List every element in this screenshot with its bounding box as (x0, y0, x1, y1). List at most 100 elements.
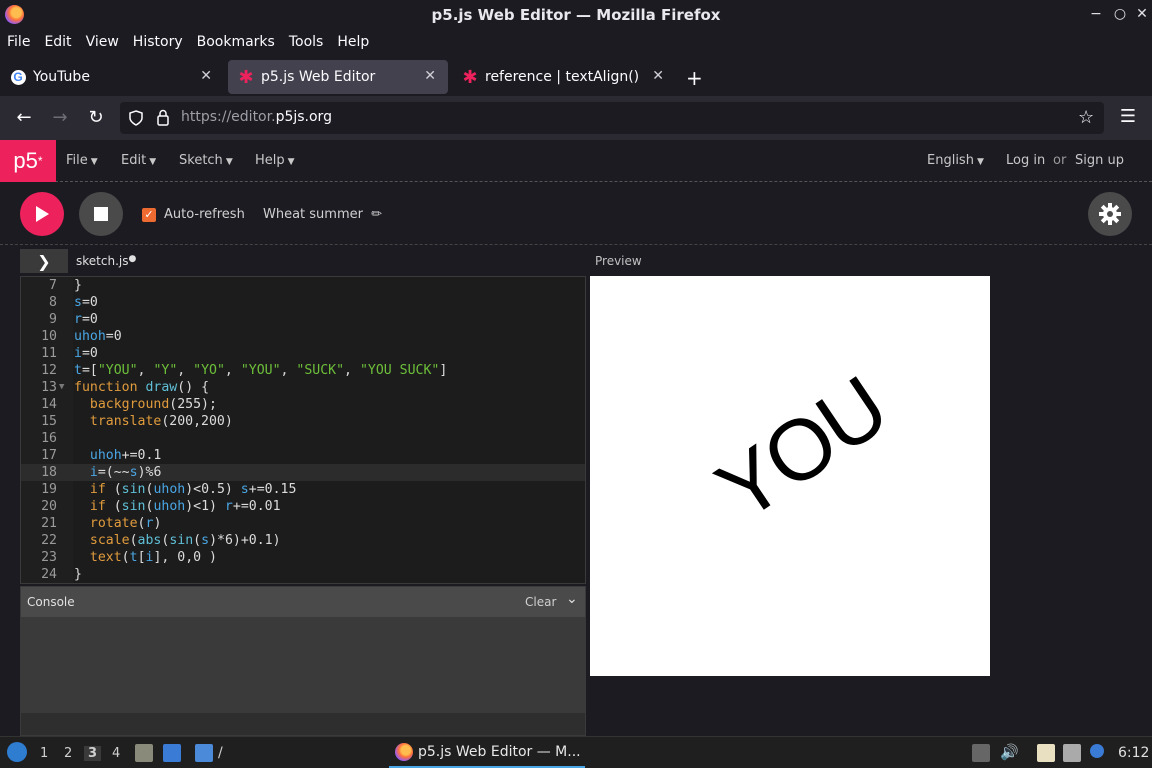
code-line[interactable]: 7} (21, 277, 585, 294)
url-bar[interactable]: https://editor.p5js.org ☆ (120, 102, 1104, 134)
code-line[interactable]: 10 uhoh=0 (21, 328, 585, 345)
workspace-2[interactable]: 2 (64, 746, 72, 761)
workspace-3[interactable]: 3 (84, 746, 102, 761)
chevron-down-icon[interactable]: ⌄ (566, 591, 578, 607)
shield-icon[interactable] (128, 110, 144, 126)
code-editor[interactable]: 7} 8 s=0 9 r=0 10 uhoh=0 11 i=0 12 t=["YOU", "Y", … (20, 276, 586, 584)
code-text: uhoh=0 (74, 329, 122, 344)
code-line[interactable]: 11 i=0 (21, 345, 585, 362)
code-line[interactable]: 19 if (sin(uhoh)<0.5) s+=0.15 (21, 481, 585, 498)
code-text: i=(~~s)%6 (89, 465, 162, 480)
stop-button[interactable] (79, 192, 123, 236)
auto-refresh-checkbox[interactable]: ✓ Auto-refresh (142, 207, 245, 222)
code-line[interactable]: 17 uhoh+=0.1 (21, 447, 585, 464)
play-icon (36, 206, 49, 222)
maximize-icon[interactable]: ○ (1112, 6, 1128, 22)
menu-help[interactable]: Help (337, 34, 369, 50)
clipboard-icon[interactable] (1037, 744, 1055, 762)
code-line[interactable]: 13 ▼ function draw() { (21, 379, 585, 396)
file-manager-icon[interactable] (135, 744, 153, 762)
line-number: 17 (41, 448, 57, 463)
workspace-1[interactable]: 1 (40, 746, 48, 761)
code-line[interactable]: 21 rotate(r) (21, 515, 585, 532)
p5-header: p5 * File ▼ Edit ▼ Sketch ▼ Help ▼ English ▼ L… (0, 140, 1152, 182)
sketch-name[interactable]: Wheat summer ✏ (263, 207, 382, 222)
tab-reference-textalign[interactable]: ✱ reference | textAlign() ✕ (452, 60, 676, 94)
close-tab-icon[interactable]: ✕ (424, 68, 436, 84)
code-line[interactable]: 24} (21, 566, 585, 583)
chevron-down-icon: ▼ (225, 157, 233, 167)
back-icon[interactable]: ← (13, 107, 35, 128)
network-icon[interactable] (1063, 744, 1081, 762)
code-line[interactable]: 20 if (sin(uhoh)<1) r+=0.01 (21, 498, 585, 515)
folder-icon[interactable] (195, 744, 213, 762)
firefox-logo-icon (5, 5, 24, 24)
google-icon: G (10, 69, 26, 85)
line-number: 16 (41, 431, 57, 446)
tab-p5js-editor[interactable]: ✱ p5.js Web Editor ✕ (228, 60, 448, 94)
code-line[interactable]: 18 i=(~~s)%6 (21, 464, 585, 481)
tab-label: reference | textAlign() (485, 69, 640, 85)
code-line[interactable]: 23 text(t[i], 0,0 ) (21, 549, 585, 566)
signup-link[interactable]: Sign up (1075, 153, 1124, 168)
line-number: 14 (41, 397, 57, 412)
line-number: 15 (41, 414, 57, 429)
p5-menu-sketch[interactable]: Sketch ▼ (179, 153, 233, 168)
sidebar-toggle-button[interactable]: ❯ (20, 249, 68, 273)
workspace-4[interactable]: 4 (112, 746, 120, 761)
p5-menu-help[interactable]: Help ▼ (255, 153, 295, 168)
code-line[interactable]: 9 r=0 (21, 311, 585, 328)
taskbar-firefox-task[interactable]: p5.js Web Editor — M... (389, 738, 585, 768)
settings-button[interactable] (1088, 192, 1132, 236)
chevron-down-icon: ▼ (90, 157, 98, 167)
code-line[interactable]: 16 (21, 430, 585, 447)
line-number: 11 (41, 346, 57, 361)
menu-file[interactable]: File (7, 34, 30, 50)
new-tab-icon[interactable]: + (686, 66, 703, 90)
window-title: p5.js Web Editor — Mozilla Firefox (431, 6, 721, 24)
volume-icon[interactable]: 🔊 (1000, 743, 1019, 761)
desktop-icon[interactable] (163, 744, 181, 762)
url-text: https://editor.p5js.org (181, 109, 332, 125)
storage-icon[interactable] (972, 744, 990, 762)
start-menu-icon[interactable] (7, 742, 27, 762)
code-line[interactable]: 14 background(255); (21, 396, 585, 413)
menu-history[interactable]: History (133, 34, 183, 50)
reload-icon[interactable]: ↻ (85, 107, 107, 128)
console-clear-button[interactable]: Clear (525, 595, 556, 609)
language-selector[interactable]: English ▼ (927, 153, 984, 168)
tab-youtube[interactable]: G YouTube ✕ (0, 60, 224, 94)
chevron-right-icon: ❯ (37, 251, 51, 271)
menu-view[interactable]: View (86, 34, 119, 50)
code-text: } (74, 278, 82, 293)
forward-icon[interactable]: → (49, 107, 71, 128)
file-tab-sketch-js[interactable]: sketch.js● (76, 254, 136, 268)
p5-menu-edit[interactable]: Edit ▼ (121, 153, 156, 168)
code-text: text(t[i], 0,0 ) (89, 550, 217, 565)
close-tab-icon[interactable]: ✕ (200, 68, 212, 84)
menu-edit[interactable]: Edit (44, 34, 71, 50)
p5-menu-file[interactable]: File ▼ (66, 153, 98, 168)
checkbox-checked-icon: ✓ (142, 207, 156, 222)
hamburger-menu-icon[interactable]: ☰ (1117, 106, 1139, 127)
play-button[interactable] (20, 192, 64, 236)
code-line[interactable]: 15 translate(200,200) (21, 413, 585, 430)
notification-icon[interactable] (1090, 744, 1104, 758)
p5-asterisk-icon: ✱ (462, 66, 478, 88)
code-line[interactable]: 8 s=0 (21, 294, 585, 311)
fold-arrow-icon[interactable]: ▼ (59, 379, 64, 396)
code-line[interactable]: 22 scale(abs(sin(s)*6)+0.1) (21, 532, 585, 549)
close-window-icon[interactable]: ✕ (1134, 6, 1150, 22)
chevron-down-icon: ▼ (976, 157, 984, 167)
code-text: t=["YOU", "Y", "YO", "YOU", "SUCK", "YOU… (74, 363, 448, 378)
menu-bookmarks[interactable]: Bookmarks (197, 34, 275, 50)
login-link[interactable]: Log in (1006, 153, 1045, 168)
minimize-icon[interactable]: − (1088, 6, 1104, 22)
code-line[interactable]: 12 t=["YOU", "Y", "YO", "YOU", "SUCK", "Y… (21, 362, 585, 379)
p5-logo[interactable]: p5 * (0, 140, 56, 182)
chevron-down-icon: ▼ (287, 157, 295, 167)
bookmark-star-icon[interactable]: ☆ (1078, 107, 1094, 128)
close-tab-icon[interactable]: ✕ (652, 68, 664, 84)
menu-tools[interactable]: Tools (289, 34, 324, 50)
lock-icon[interactable] (156, 109, 170, 126)
